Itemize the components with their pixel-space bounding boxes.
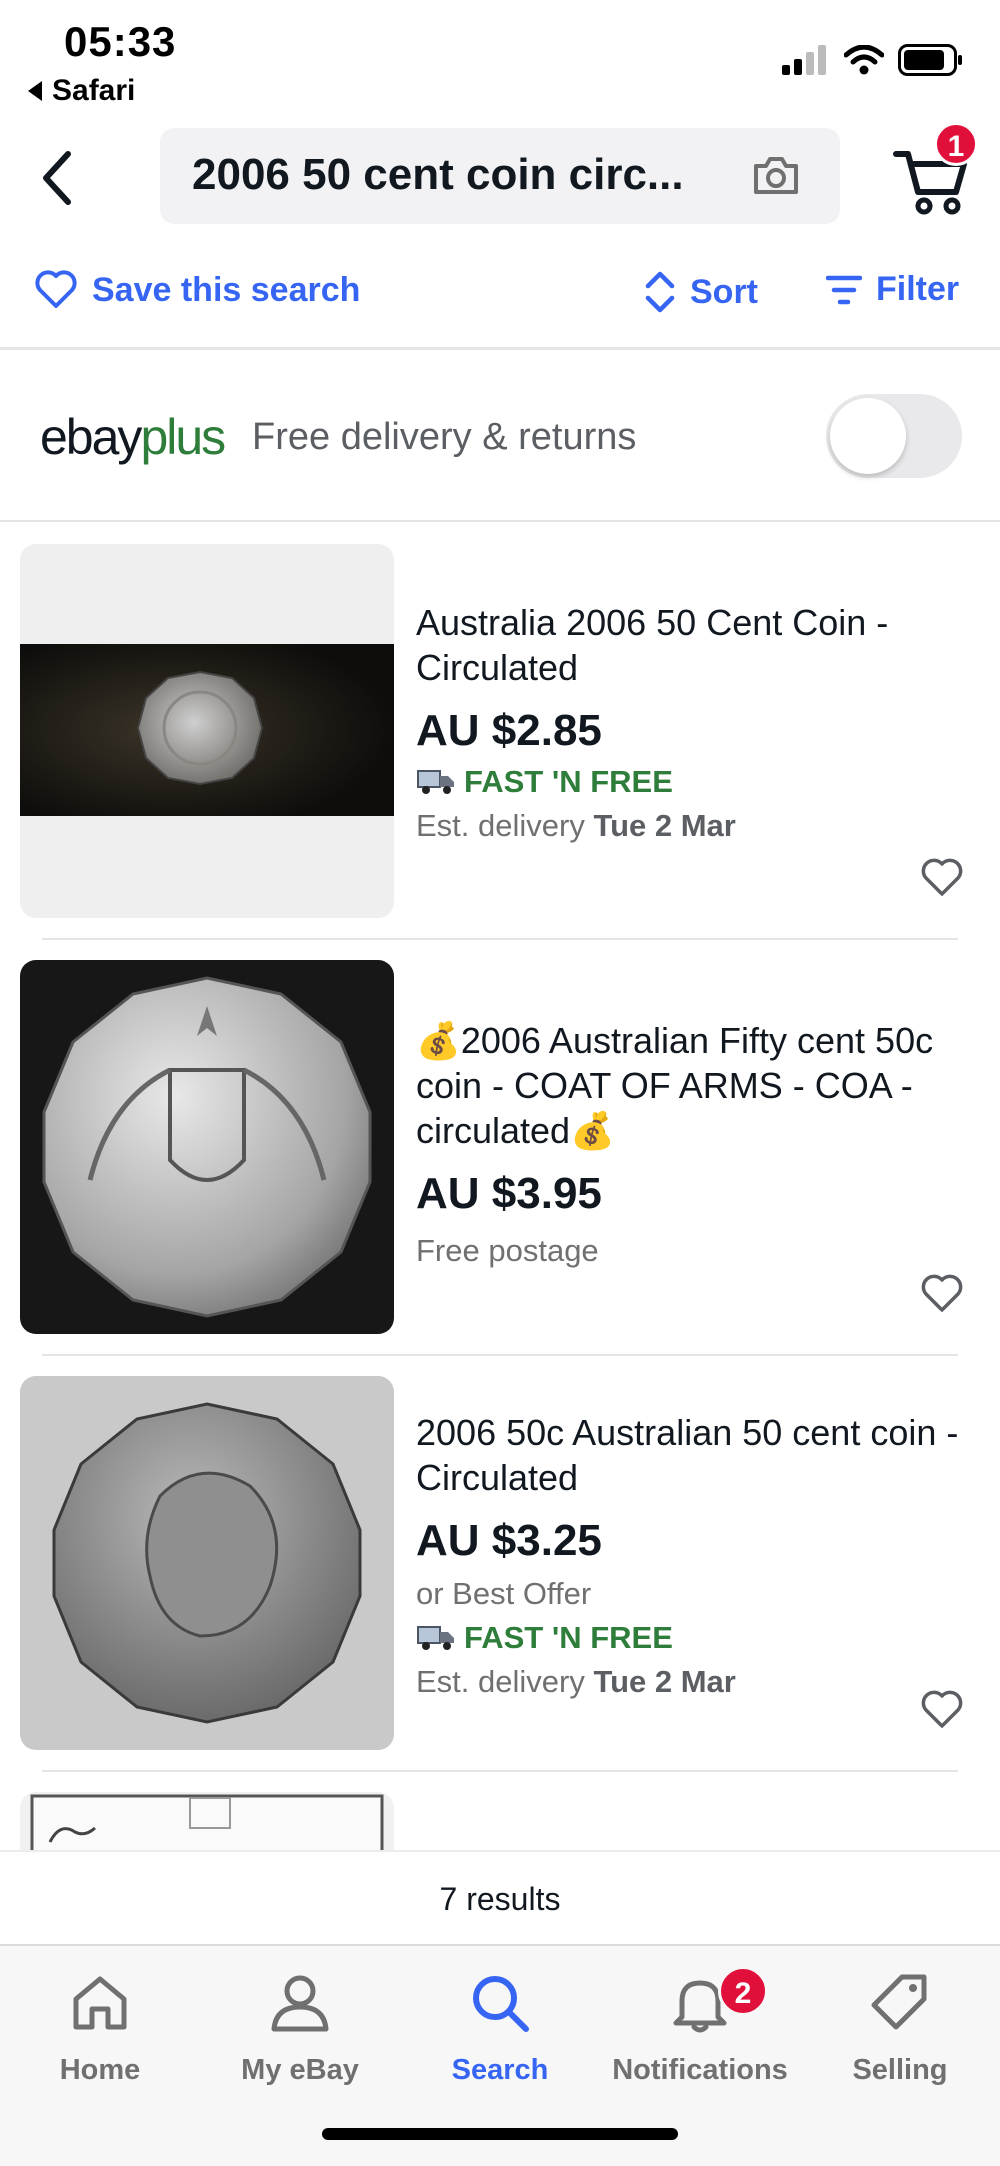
tag-icon (871, 1974, 927, 2030)
coin-photo (20, 644, 394, 816)
shipping-info: Free postage (416, 1233, 599, 1268)
listing-divider (42, 1770, 958, 1772)
listing-price: AU $3.95 (416, 1169, 602, 1218)
person-icon (271, 1975, 329, 2032)
search-input[interactable]: 2006 50 cent coin circ... (160, 128, 840, 224)
nav-home[interactable]: Home (0, 1960, 200, 2087)
toggle-knob (830, 398, 906, 474)
sort-button[interactable]: Sort (644, 270, 758, 314)
notifications-count-badge: 2 (718, 1966, 768, 2016)
delivery-truck-icon (417, 1626, 454, 1650)
listing-image[interactable] (20, 960, 394, 1334)
nav-selling-label: Selling (852, 2054, 948, 2086)
cart-count-badge: 1 (934, 122, 978, 166)
listing-divider (42, 1354, 958, 1356)
nav-my-ebay-label: My eBay (241, 2054, 359, 2086)
status-time: 05:33 (64, 18, 177, 65)
watch-heart-icon[interactable] (920, 858, 964, 898)
fast-n-free-label: FAST 'N FREE (464, 1620, 673, 1655)
nav-search[interactable]: Search (400, 1960, 600, 2087)
best-offer-label: or Best Offer (416, 1576, 592, 1611)
search-icon (473, 1976, 529, 2032)
listing-title[interactable]: Australia 2006 50 Cent Coin - Circulated (416, 600, 976, 690)
listing-price: AU $2.85 (416, 706, 602, 755)
listing-image[interactable] (20, 1376, 394, 1750)
back-app-label: Safari (52, 74, 136, 107)
nav-notifications[interactable]: Notifications 2 (600, 1960, 800, 2087)
plus-logo-text: plus (140, 409, 226, 465)
home-icon (73, 1976, 127, 2030)
estimated-delivery: Est. delivery Tue 2 Mar (416, 1664, 976, 1700)
fast-n-free-label: FAST 'N FREE (464, 764, 673, 799)
listing-title[interactable]: 2006 50c Australian 50 cent coin - Circu… (416, 1410, 976, 1500)
delivery-date: Tue 2 Mar (593, 808, 736, 843)
nav-selling[interactable]: Selling (800, 1960, 1000, 2087)
system-icons (782, 44, 964, 76)
fast-n-free-badge: FAST 'N FREE (416, 764, 976, 800)
back-triangle-icon (28, 81, 42, 101)
ebay-plus-toggle[interactable] (826, 394, 962, 478)
nav-notifications-label: Notifications (612, 2054, 788, 2086)
search-header: 2006 50 cent coin circ... (0, 126, 1000, 226)
listing-item[interactable]: 💰2006 Australian Fifty cent 50c coin - C… (0, 960, 1000, 1336)
ebay-logo-text: ebay (40, 409, 142, 465)
filter-label: Filter (876, 270, 960, 308)
listing-price: AU $3.25 (416, 1516, 602, 1565)
search-actions-row: Save this search Sort Filter (0, 260, 1000, 350)
listing-item[interactable]: Australia 2006 50 Cent Coin - Circulated… (0, 544, 1000, 920)
save-search-label: Save this search (92, 270, 361, 309)
camera-icon[interactable] (752, 154, 800, 196)
coin-photo (42, 976, 372, 1318)
ebay-plus-row: ebayplus Free delivery & returns (0, 356, 1000, 522)
listing-image[interactable] (20, 544, 394, 918)
filter-button[interactable]: Filter (826, 270, 959, 309)
wifi-icon (844, 45, 884, 75)
ebay-plus-logo: ebayplus (40, 408, 226, 466)
delivery-prefix: Est. delivery (416, 1664, 594, 1699)
sort-label: Sort (690, 272, 758, 311)
listing-divider (42, 938, 958, 940)
delivery-prefix: Est. delivery (416, 808, 594, 843)
chevron-left-icon[interactable] (34, 148, 84, 208)
delivery-date: Tue 2 Mar (593, 1664, 736, 1699)
search-query: 2006 50 cent coin circ... (192, 150, 684, 199)
listing-title[interactable]: 💰2006 Australian Fifty cent 50c coin - C… (416, 1018, 976, 1153)
delivery-truck-icon (417, 770, 454, 794)
coin-photo (30, 1794, 384, 1850)
listing-item[interactable] (0, 1792, 1000, 1850)
sort-arrows-icon (645, 271, 675, 313)
filter-icon (826, 275, 862, 304)
fast-n-free-badge: FAST 'N FREE (416, 1620, 976, 1656)
nav-home-label: Home (59, 2054, 141, 2086)
save-search-button[interactable]: Save this search (34, 270, 360, 310)
estimated-delivery: Est. delivery Tue 2 Mar (416, 808, 976, 844)
coin-photo (52, 1402, 362, 1724)
listing-item[interactable]: 2006 50c Australian 50 cent coin - Circu… (0, 1376, 1000, 1752)
battery-icon (898, 44, 962, 76)
nav-my-ebay[interactable]: My eBay (200, 1960, 400, 2087)
ebay-plus-description: Free delivery & returns (252, 416, 637, 458)
heart-icon (35, 270, 77, 308)
back-to-app-link[interactable]: Safari (28, 74, 135, 108)
nav-search-label: Search (451, 2054, 549, 2086)
home-indicator[interactable] (322, 2128, 678, 2140)
watch-heart-icon[interactable] (920, 1274, 964, 1314)
watch-heart-icon[interactable] (920, 1690, 964, 1730)
signal-icon (782, 45, 826, 75)
status-bar: 05:33 Safari (0, 0, 1000, 110)
listing-image[interactable] (20, 1792, 394, 1850)
results-count: 7 results (0, 1850, 1000, 1946)
